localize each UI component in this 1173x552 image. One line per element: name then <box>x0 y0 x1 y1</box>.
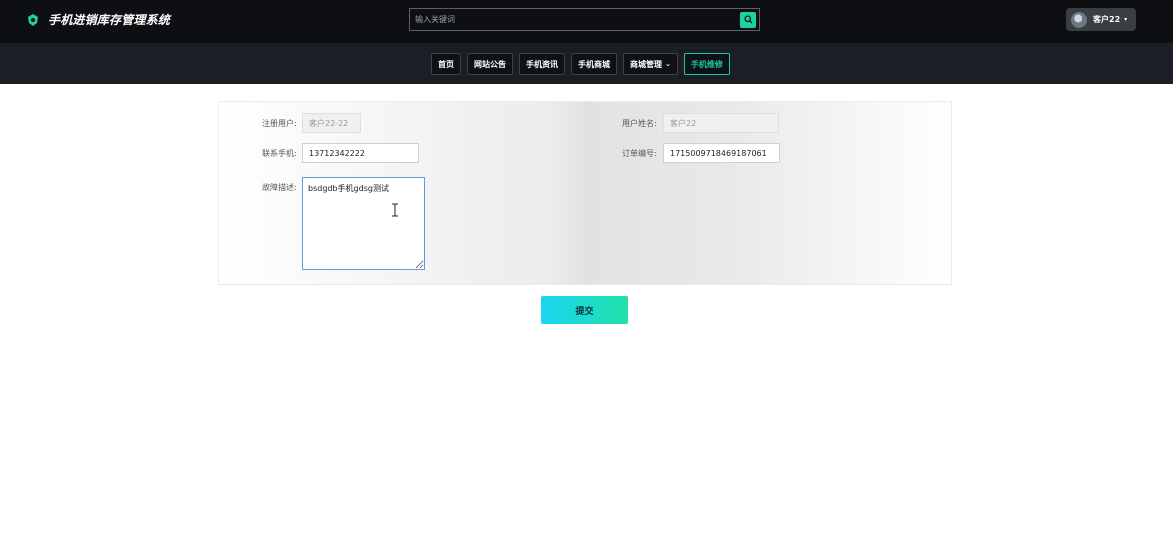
top-bar: 手机进销库存管理系统 客户22 ▾ <box>0 0 1173 43</box>
registered-user-field: 客户22-22 <box>302 113 361 133</box>
column-divider <box>586 102 587 284</box>
fault-description-textarea[interactable]: bsdgdb手机gdsg测试 <box>302 177 425 270</box>
nav-item-home[interactable]: 首页 <box>431 53 461 75</box>
nav-bar: 首页 网站公告 手机资讯 手机商城 商城管理 ⌄ 手机维修 <box>0 43 1173 84</box>
avatar <box>1071 11 1087 28</box>
logo-icon <box>28 13 38 26</box>
user-name: 客户22 <box>1093 15 1121 24</box>
nav-item-label: 商城管理 <box>630 59 662 69</box>
search-input[interactable] <box>410 9 740 30</box>
main-nav: 首页 网站公告 手机资讯 手机商城 商城管理 ⌄ 手机维修 <box>431 53 730 75</box>
submit-button[interactable]: 提交 <box>541 296 628 324</box>
nav-item-repair[interactable]: 手机维修 <box>683 53 730 75</box>
fault-description-label: 故障描述: <box>262 183 297 192</box>
nav-item-shop[interactable]: 手机商城 <box>571 53 617 75</box>
order-number-field[interactable]: 1715009718469187061 <box>663 143 780 163</box>
nav-item-news[interactable]: 手机资讯 <box>519 53 565 75</box>
text-cursor-icon <box>392 203 398 217</box>
registered-user-label: 注册用户: <box>262 119 297 128</box>
user-name-label: 用户姓名: <box>622 119 657 128</box>
user-menu[interactable]: 客户22 ▾ <box>1066 8 1136 31</box>
nav-item-announcements[interactable]: 网站公告 <box>467 53 513 75</box>
app-logo[interactable]: 手机进销库存管理系统 <box>26 11 170 28</box>
search-button[interactable] <box>740 11 756 28</box>
order-number-label: 订单编号: <box>622 149 657 158</box>
search-bar <box>409 8 760 31</box>
caret-down-icon: ▾ <box>1124 16 1128 23</box>
nav-item-shop-management[interactable]: 商城管理 ⌄ <box>623 53 678 75</box>
chevron-down-icon: ⌄ <box>665 60 671 68</box>
app-title: 手机进销库存管理系统 <box>48 13 171 27</box>
search-icon <box>743 15 753 24</box>
repair-form: 注册用户: 客户22-22 用户姓名: 客户22 联系手机: 137123422… <box>218 101 952 285</box>
phone-label: 联系手机: <box>262 149 297 158</box>
phone-field[interactable]: 13712342222 <box>302 143 419 163</box>
user-name-field: 客户22 <box>663 113 779 133</box>
